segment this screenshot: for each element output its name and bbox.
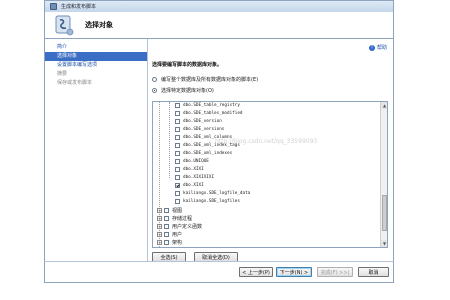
object-tree[interactable]: dbo.SDE_table_registry dbo.SDE_tables_mo… (152, 101, 388, 248)
checkbox[interactable] (164, 224, 169, 229)
checkbox[interactable] (175, 143, 180, 148)
tree-scrollbar[interactable]: ▲ ▼ (380, 102, 387, 247)
checkbox[interactable] (175, 127, 180, 132)
tree-item-label: dbo.XIXI (183, 183, 204, 188)
tree-item[interactable]: dbo.SDE_tables_modified (175, 110, 243, 117)
checkbox[interactable] (175, 103, 180, 108)
sidebar-item-intro[interactable]: 简介 (45, 43, 147, 52)
checkbox-checked[interactable] (175, 183, 180, 188)
wizard-content: ? 帮助 选择要编写脚本的数据库对象。 编写整个数据库及所有数据库对象的脚本(E… (148, 39, 394, 262)
scroll-thumb[interactable] (382, 195, 387, 231)
radio-select-specific[interactable]: 选择特定数据库对象(O) (152, 87, 214, 94)
checkbox[interactable] (175, 191, 180, 196)
checkbox[interactable] (175, 151, 180, 156)
checkbox[interactable] (175, 199, 180, 204)
wizard-steps-sidebar: 简介 选择对象 设置脚本编写选项 摘要 保存或发布脚本 (44, 39, 148, 261)
tree-item-label: kailiangx.SDE_logfiles (183, 199, 240, 204)
tree-category-label: 存储过程 (172, 216, 193, 222)
scroll-down-icon[interactable]: ▼ (381, 240, 387, 247)
tree-category-label: 视图 (172, 208, 183, 214)
tree-item[interactable]: dbo.SDE_version (175, 118, 222, 125)
help-link[interactable]: ? 帮助 (368, 44, 387, 51)
sidebar-item-scripting-options[interactable]: 设置脚本编写选项 (45, 61, 147, 70)
expand-plus-icon[interactable]: + (157, 216, 162, 221)
checkbox[interactable] (175, 119, 180, 124)
radio-button[interactable] (152, 77, 157, 82)
expand-plus-icon[interactable]: + (157, 240, 162, 245)
help-label: 帮助 (376, 45, 387, 51)
next-button[interactable]: 下一步(N) > (276, 267, 312, 277)
expand-plus-icon[interactable]: + (157, 208, 162, 213)
scroll-script-icon (55, 15, 74, 36)
help-icon: ? (368, 44, 375, 51)
tree-category-schemas[interactable]: + 架构 (157, 239, 182, 246)
window-titlebar: 生成和发布脚本 (44, 0, 394, 12)
tree-item-label: dbo.XIXIXIXI (183, 175, 215, 180)
tree-category-label: 架构 (172, 240, 183, 246)
tree-item-label: dbo.XIXI (183, 167, 204, 172)
checkbox[interactable] (175, 175, 180, 180)
radio-script-all[interactable]: 编写整个数据库及所有数据库对象的脚本(E) (152, 76, 258, 83)
sidebar-item-save-publish: 保存或发布脚本 (57, 80, 93, 86)
checkbox[interactable] (164, 232, 169, 237)
tree-item-label: dbo.UNIQUE (183, 159, 209, 164)
expand-plus-icon[interactable]: + (157, 232, 162, 237)
wizard-header: 选择对象 (44, 12, 394, 38)
radio-label: 选择特定数据库对象(O) (161, 88, 214, 94)
checkbox[interactable] (175, 135, 180, 140)
tree-item[interactable]: dbo.SDE_xml_index_tags (175, 142, 240, 149)
expand-plus-icon[interactable]: + (157, 224, 162, 229)
tree-item-label: dbo.SDE_table_registry (183, 103, 240, 108)
tree-item[interactable]: dbo.SDE_xml_indexes (175, 150, 232, 157)
tree-item[interactable]: dbo.XIXIXIXI (175, 174, 214, 181)
checkbox[interactable] (164, 216, 169, 221)
tree-category-users[interactable]: + 用户 (157, 231, 182, 238)
tree-category-procedures[interactable]: + 存储过程 (157, 215, 192, 222)
tree-category-label: 用户 (172, 232, 183, 238)
tree-item[interactable]: dbo.XIXI (175, 182, 204, 189)
checkbox[interactable] (164, 208, 169, 213)
checkbox[interactable] (175, 167, 180, 172)
cancel-button[interactable]: 取消 (358, 267, 389, 277)
tree-item[interactable]: dbo.SDE_table_registry (175, 102, 240, 109)
tree-item-label: dbo.SDE_version (183, 119, 222, 124)
radio-button-selected[interactable] (152, 88, 157, 93)
tree-item-label: dbo.SDE_versions (183, 127, 225, 132)
tree-item[interactable]: dbo.SDE_xml_columns (175, 134, 232, 141)
tree-item[interactable]: dbo.SDE_versions (175, 126, 224, 133)
section-title: 选择要编写脚本的数据库对象。 (152, 62, 223, 68)
finish-button: 完成(F) >>| (317, 267, 353, 277)
tree-category-functions[interactable]: + 用户定义函数 (157, 223, 202, 230)
app-icon (50, 3, 57, 10)
tree-connector (169, 102, 170, 178)
scroll-up-icon[interactable]: ▲ (381, 102, 387, 109)
tree-item[interactable]: kailiangx.SDE_logfiles (175, 198, 240, 205)
radio-label: 编写整个数据库及所有数据库对象的脚本(E) (161, 77, 259, 83)
tree-item[interactable]: dbo.XIXI (175, 166, 204, 173)
prev-button[interactable]: < 上一步(P) (239, 267, 273, 277)
checkbox[interactable] (175, 111, 180, 116)
tree-category-label: 用户定义函数 (172, 224, 203, 230)
tree-item-label: dbo.SDE_xml_indexes (183, 151, 233, 156)
sidebar-item-summary: 摘要 (57, 71, 68, 77)
tree-item-label: dbo.SDE_xml_columns (183, 135, 233, 140)
tree-item[interactable]: kailiangx.SDE_logfile_data (175, 190, 250, 197)
tree-category-views[interactable]: + 视图 (157, 207, 182, 214)
tree-item-label: kailiangx.SDE_logfile_data (183, 191, 251, 196)
tree-item[interactable]: dbo.UNIQUE (175, 158, 209, 165)
tree-item-label: dbo.SDE_xml_index_tags (183, 143, 240, 148)
checkbox[interactable] (175, 159, 180, 164)
sidebar-item-choose-objects[interactable]: 选择对象 (45, 52, 147, 61)
tree-item-label: dbo.SDE_tables_modified (183, 111, 243, 116)
page-title: 选择对象 (85, 21, 113, 29)
checkbox[interactable] (164, 240, 169, 245)
window-title: 生成和发布脚本 (61, 4, 97, 10)
